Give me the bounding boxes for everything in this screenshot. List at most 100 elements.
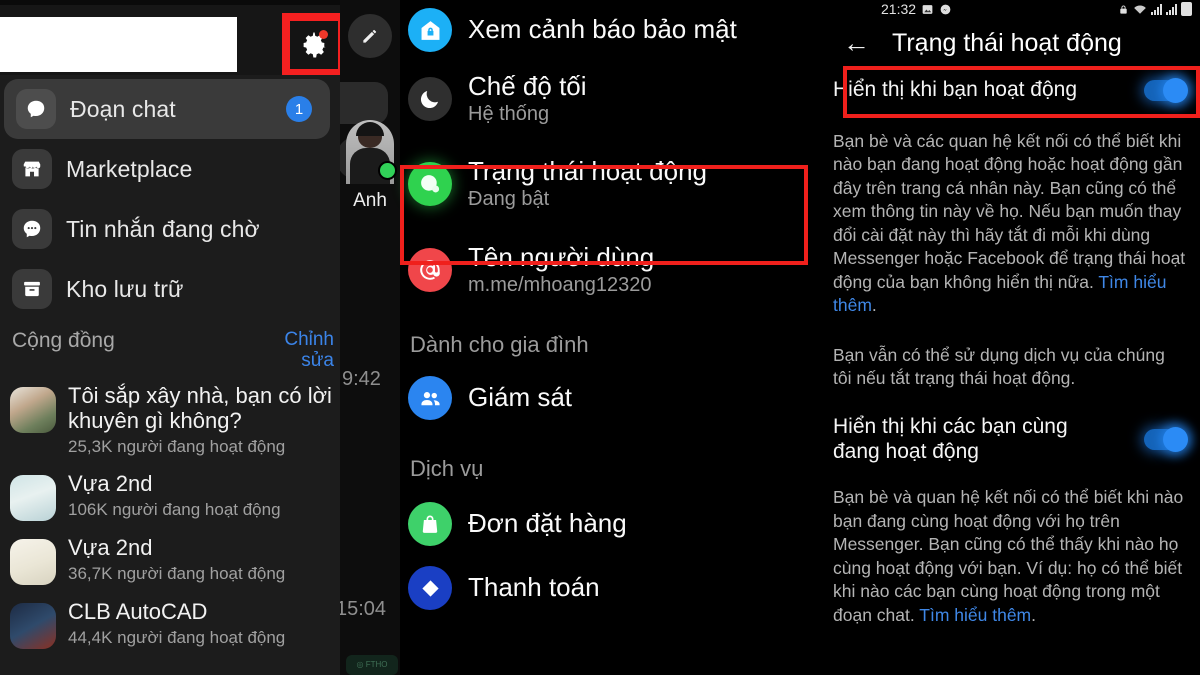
community-name: Tôi sắp xây nhà, bạn có lời khuyên gì kh… [68,382,332,434]
screenshot-root: Đoạn chat 1 Marketplace Tin nhắn đang ch… [0,0,1200,675]
toggle-row-show-when-active[interactable]: Hiển thị khi bạn hoạt động [815,66,1200,114]
security-home-lock-icon [408,8,452,52]
settings-row-security-alerts[interactable]: Xem cảnh báo bảo mật [400,0,815,60]
settings-gear-button[interactable] [290,21,338,69]
settings-row-username[interactable]: Tên người dùng m.me/mhoang12320 [400,230,815,310]
note-text: Bạn vẫn có thể sử dụng dịch vụ của chúng… [833,344,1165,388]
settings-row-title: Giám sát [468,382,573,413]
photo-icon [922,4,933,14]
toggle-switch-show-co-presence[interactable] [1144,426,1188,452]
partial-chat-bubble: ◎ FTHO [346,655,398,675]
avatar-label: Anh [353,190,387,211]
signal-2-icon [1166,3,1177,15]
right-panel-active-status-page: 21:32 ← Trạng thái hoạt động Hiển thị kh… [815,0,1200,675]
back-arrow-icon[interactable]: ← [843,29,870,57]
active-status-icon [408,162,452,206]
sidebar-item-tin-nhan-dang-cho[interactable]: Tin nhắn đang chờ [0,199,340,259]
signal-1-icon [1151,3,1162,15]
sidebar-item-label: Tin nhắn đang chờ [66,215,260,242]
pending-messages-icon [12,209,52,249]
sidebar-item-label: Đoạn chat [70,95,176,122]
left-top-bar [0,5,340,77]
note-still-usable: Bạn vẫn có thể sử dụng dịch vụ của chúng… [815,318,1200,391]
settings-section-family: Dành cho gia đình [410,332,589,357]
community-active-count: 36,7K người đang hoạt động [68,564,286,584]
settings-row-supervision[interactable]: Giám sát [400,366,815,430]
community-header: Cộng đồng Chỉnh sửa [0,319,340,376]
sidebar-item-label: Marketplace [66,155,193,182]
settings-section-services: Dịch vụ [410,456,484,481]
avatar[interactable] [342,112,398,184]
settings-row-title: Thanh toán [468,572,600,603]
settings-row-title: Chế độ tối [468,70,587,101]
status-bar-time: 21:32 [881,1,917,17]
settings-row-title: Xem cảnh báo bảo mật [468,14,737,45]
wifi-icon [1134,5,1146,14]
unread-badge: 1 [286,96,312,122]
partial-bubble-text: ◎ FTHO [356,660,388,669]
community-active-count: 44,4K người đang hoạt động [68,628,286,648]
community-name: Vựa 2nd [68,535,153,561]
supervision-people-icon [408,376,452,420]
page-title: Trạng thái hoạt động [892,28,1122,57]
payment-card-icon [408,566,452,610]
toggle-switch-show-when-active[interactable] [1144,77,1188,103]
toggle-label: Hiển thị khi các bạn cùng đang hoạt động [833,415,1068,464]
online-status-dot [378,161,397,180]
sidebar-item-doan-chat[interactable]: Đoạn chat 1 [4,79,330,139]
sidebar-item-kho-luu-tru[interactable]: Kho lưu trữ [0,259,340,319]
drawer-content: Đoạn chat 1 Marketplace Tin nhắn đang ch… [0,75,340,675]
settings-row-orders[interactable]: Đơn đặt hàng [400,492,815,556]
list-item[interactable]: Tôi sắp xây nhà, bạn có lời khuyên gì kh… [0,376,340,465]
search-input[interactable] [0,17,237,72]
community-avatar [10,539,56,586]
community-avatar [10,475,56,522]
page-header: ← Trạng thái hoạt động [815,20,1200,66]
settings-row-title: Trạng thái hoạt động [468,155,707,186]
period: . [871,295,877,316]
period: . [1031,604,1037,625]
storefront-icon [12,149,52,189]
community-avatar [10,603,56,650]
chat-timestamp: 9:42 [342,368,381,390]
list-item[interactable]: Vựa 2nd 36,7K người đang hoạt động [0,528,340,592]
toggle-label: Hiển thị khi bạn hoạt động [833,78,1078,102]
sidebar-item-marketplace[interactable]: Marketplace [0,139,340,199]
toggle-knob [1163,77,1188,103]
description-show-when-active: Bạn bè và các quan hệ kết nối có thể biế… [815,114,1200,318]
settings-row-active-status[interactable]: Trạng thái hoạt động Đang bật [400,138,815,230]
middle-panel-settings-list: Anh 9:42 15:04 ◎ FTHO Xem cảnh báo bảo m… [340,0,815,675]
community-name: CLB AutoCAD [68,599,208,625]
toggle-knob [1163,426,1188,452]
settings-row-subtitle: Đang bật [468,188,550,211]
settings-notification-dot [319,30,328,39]
list-item[interactable]: CLB AutoCAD 44,4K người đang hoạt động [0,592,340,656]
battery-icon [1181,2,1192,16]
chat-timestamp: 15:04 [340,598,387,620]
community-name: Vựa 2nd [68,471,153,497]
phone-status-bar: 21:32 [815,0,1200,20]
compose-button[interactable] [348,14,392,58]
list-item[interactable]: Vựa 2nd 106K người đang hoạt động [0,464,340,528]
messenger-icon [940,4,951,14]
moon-icon [408,77,452,121]
settings-row-payments[interactable]: Thanh toán [400,556,815,620]
community-title: Cộng đồng [12,329,115,352]
lock-icon [1120,5,1127,14]
shopping-bag-icon [408,502,452,546]
toggle-row-show-co-presence[interactable]: Hiển thị khi các bạn cùng đang hoạt động [815,404,1200,474]
learn-more-link[interactable]: Tìm hiểu thêm [919,605,1031,625]
settings-row-title: Đơn đặt hàng [468,508,627,539]
community-active-count: 25,3K người đang hoạt động [68,437,286,457]
partially-visible-chat-list-strip: Anh 9:42 15:04 ◎ FTHO [340,0,400,675]
community-edit-button[interactable]: Chỉnh sửa [266,329,334,372]
at-sign-icon [408,248,452,292]
left-panel-menu-drawer: Đoạn chat 1 Marketplace Tin nhắn đang ch… [0,0,340,675]
description-text: Bạn bè và các quan hệ kết nối có thể biế… [833,131,1186,292]
description-show-co-presence: Bạn bè và quan hệ kết nối có thể biết kh… [815,474,1200,627]
settings-rows: Xem cảnh báo bảo mật Chế độ tối Hệ thống [400,0,815,675]
settings-gear-highlight-box [282,13,340,77]
pencil-compose-icon [363,29,377,43]
settings-row-subtitle: m.me/mhoang12320 [468,274,652,297]
settings-row-dark-mode[interactable]: Chế độ tối Hệ thống [400,60,815,138]
